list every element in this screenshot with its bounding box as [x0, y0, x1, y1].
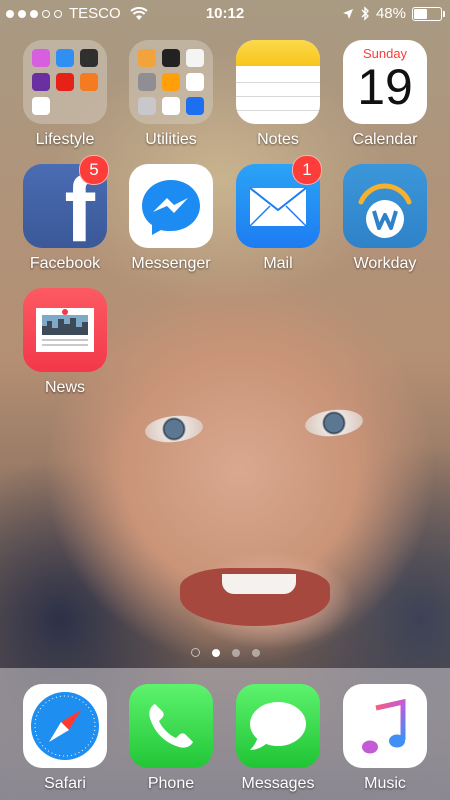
workday-logo-icon: [358, 183, 412, 238]
phone-icon: [129, 684, 213, 768]
notes-header-band: [236, 40, 320, 66]
notes-line: [236, 110, 320, 111]
mini-app-icon: [162, 97, 180, 115]
messenger-bubble-icon: [142, 180, 200, 235]
icon-wrap: f 5: [23, 155, 109, 248]
mini-app-icon: [138, 49, 156, 67]
notes-icon: [236, 40, 320, 124]
dock-app-music[interactable]: Music: [335, 684, 435, 793]
mini-app-icon: [138, 97, 156, 115]
icon-wrap: 1: [236, 155, 322, 248]
app-label: Music: [364, 775, 406, 792]
dock-app-phone[interactable]: Phone: [121, 684, 221, 793]
app-label: News: [44, 379, 85, 396]
music-note-icon: [343, 684, 427, 768]
app-mail[interactable]: 1 Mail: [228, 155, 328, 273]
mini-app-icon: [32, 49, 50, 67]
speech-bubble-icon: [236, 684, 320, 768]
mini-app-icon: [138, 73, 156, 91]
dock-app-messages[interactable]: Messages: [228, 684, 328, 793]
mini-app-icon: [80, 73, 98, 91]
mini-app-icon: [186, 49, 204, 67]
bluetooth-icon: [361, 6, 369, 21]
status-right: 48%: [342, 5, 445, 22]
page-dot[interactable]: [251, 648, 260, 657]
status-bar: TESCO 10:12 48%: [0, 0, 450, 30]
wallpaper-teeth: [222, 574, 296, 594]
app-facebook[interactable]: f 5 Facebook: [15, 155, 115, 273]
home-screen: TESCO 10:12 48% Lifestyle Utilities Note…: [0, 0, 450, 800]
folder-icon: [129, 40, 213, 124]
location-arrow-icon: [342, 8, 353, 19]
notification-badge: 1: [292, 155, 322, 185]
mini-app-icon: [186, 97, 204, 115]
battery-percent: 48%: [375, 5, 406, 22]
workday-icon: [343, 164, 427, 248]
app-label: Workday: [353, 255, 417, 272]
folder-preview: [138, 49, 204, 115]
app-label: Phone: [147, 775, 195, 792]
app-label: Messenger: [131, 255, 211, 272]
compass-icon: [23, 684, 107, 768]
mini-app-icon: [56, 49, 74, 67]
notification-badge: 5: [79, 155, 109, 185]
battery-icon: [412, 6, 445, 21]
app-label: Notes: [257, 131, 299, 148]
mini-app-icon: [80, 49, 98, 67]
app-label: Lifestyle: [35, 131, 95, 148]
folder-preview: [32, 49, 98, 115]
handset-icon: [149, 704, 193, 748]
calendar-day-number: 19: [357, 59, 413, 115]
app-label: Facebook: [29, 255, 101, 272]
page-dot[interactable]: [231, 648, 240, 657]
app-workday[interactable]: Workday: [335, 164, 435, 273]
calendar-icon: Sunday 19: [343, 40, 427, 124]
message-bubble-icon: [250, 702, 306, 750]
mini-app-icon: [56, 73, 74, 91]
mini-app-icon: [186, 73, 204, 91]
search-page-dot[interactable]: [190, 648, 200, 657]
mini-app-icon: [32, 73, 50, 91]
app-label: Safari: [44, 775, 86, 792]
app-lifestyle[interactable]: Lifestyle: [15, 40, 115, 149]
mini-app-icon: [162, 73, 180, 91]
battery-fill: [414, 8, 428, 19]
app-utilities[interactable]: Utilities: [121, 40, 221, 149]
mini-app-icon: [32, 97, 50, 115]
messenger-icon: [129, 164, 213, 248]
dock-app-safari[interactable]: Safari: [15, 684, 115, 793]
app-label: Calendar: [352, 131, 418, 148]
wallpaper-eye-left: [143, 413, 205, 445]
app-label: Mail: [263, 255, 293, 272]
newspaper-icon: [36, 308, 94, 352]
app-notes[interactable]: Notes: [228, 40, 328, 149]
mini-app-icon: [162, 49, 180, 67]
news-icon: [23, 288, 107, 372]
folder-icon: [23, 40, 107, 124]
app-label: Utilities: [145, 131, 197, 148]
dock: Safari Phone Messages Music: [0, 668, 450, 800]
app-messenger[interactable]: Messenger: [121, 164, 221, 273]
notes-line: [236, 96, 320, 97]
double-note-icon: [362, 698, 406, 754]
wallpaper-eye-right: [303, 407, 365, 439]
page-dot-current[interactable]: [211, 648, 220, 657]
app-news[interactable]: News: [15, 288, 115, 397]
notes-line: [236, 82, 320, 83]
safari-compass-icon: [31, 692, 99, 760]
page-indicator[interactable]: [0, 648, 450, 657]
app-label: Messages: [241, 775, 315, 792]
app-calendar[interactable]: Sunday 19 Calendar: [335, 40, 435, 149]
